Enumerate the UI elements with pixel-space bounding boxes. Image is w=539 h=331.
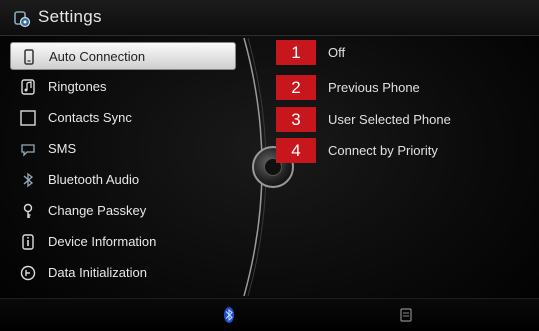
option-label: Connect by Priority <box>328 143 438 158</box>
menu-item-data-initialization[interactable]: Data Initialization <box>10 259 236 287</box>
menu-item-contacts-sync[interactable]: Contacts Sync <box>10 104 236 132</box>
menu-item-sms[interactable]: SMS <box>10 135 236 163</box>
menu-item-label: Contacts Sync <box>48 110 132 125</box>
menu-item-label: Ringtones <box>48 79 107 94</box>
option-number-badge: 1 <box>276 40 316 65</box>
menu-item-label: Data Initialization <box>48 265 147 280</box>
option-number-badge: 3 <box>276 107 316 132</box>
title-bar: Settings <box>0 0 539 36</box>
option-user-selected-phone[interactable]: 3 User Selected Phone <box>276 107 536 133</box>
info-icon <box>19 233 37 251</box>
option-label: User Selected Phone <box>328 112 451 127</box>
menu-item-label: SMS <box>48 141 77 156</box>
option-number-badge: 4 <box>276 138 316 163</box>
menu-item-label: Change Passkey <box>48 203 147 218</box>
contacts-icon <box>19 109 37 127</box>
menu-item-device-information[interactable]: Device Information <box>10 228 236 256</box>
settings-gear-icon <box>12 9 32 29</box>
key-icon <box>19 202 37 220</box>
menu-item-ringtones[interactable]: Ringtones <box>10 73 236 101</box>
menu-item-label: Bluetooth Audio <box>48 172 140 187</box>
option-label: Previous Phone <box>328 80 420 95</box>
bluetooth-audio-icon <box>19 171 37 189</box>
option-connect-by-priority[interactable]: 4 Connect by Priority <box>276 138 536 164</box>
menu-item-auto-connection[interactable]: Auto Connection <box>10 42 236 70</box>
menu-item-label: Device Information <box>48 234 157 249</box>
option-number-badge: 2 <box>276 75 316 100</box>
settings-screen: Settings Auto Connection Ringtones Conta… <box>0 0 539 331</box>
page-title: Settings <box>38 7 102 26</box>
option-off[interactable]: 1 Off <box>276 40 536 66</box>
music-note-icon <box>19 78 37 96</box>
message-icon <box>19 140 37 158</box>
menu-item-change-passkey[interactable]: Change Passkey <box>10 197 236 225</box>
reset-icon <box>19 264 37 282</box>
status-bar <box>0 298 539 331</box>
option-label: Off <box>328 45 346 60</box>
settings-menu: Auto Connection Ringtones Contacts Sync … <box>10 42 236 288</box>
phone-status-icon <box>398 305 414 325</box>
auto-connection-options: 1 Off 2 Previous Phone 3 User Selected P… <box>276 40 536 170</box>
option-previous-phone[interactable]: 2 Previous Phone <box>276 75 536 101</box>
phone-link-icon <box>20 48 38 66</box>
menu-item-label: Auto Connection <box>49 49 146 64</box>
menu-item-bluetooth-audio[interactable]: Bluetooth Audio <box>10 166 236 194</box>
bluetooth-icon <box>222 305 236 325</box>
